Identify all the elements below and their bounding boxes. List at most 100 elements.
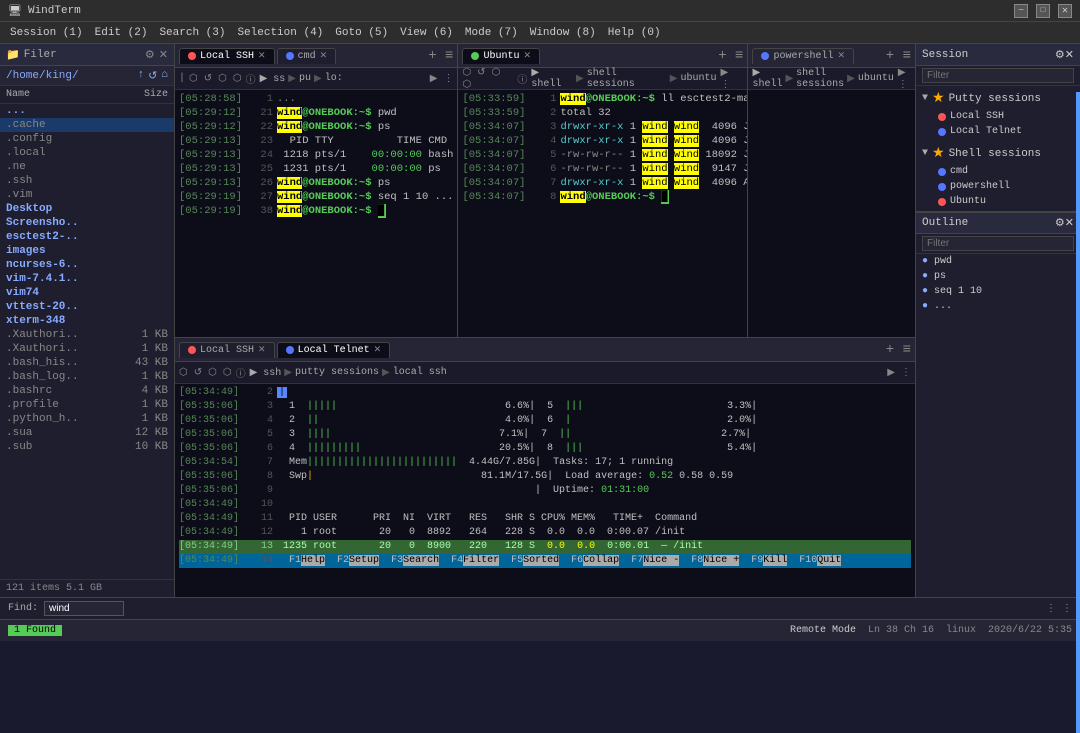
ubuntu-content[interactable]: [05:33:59] 1 wind@ONEBOOK:~$ ll esctest2… (458, 90, 747, 337)
list-item[interactable]: .sua 12 KB (0, 426, 174, 440)
toolbar-expand[interactable]: ▶ ⋮ (430, 73, 454, 85)
find-input[interactable] (44, 601, 124, 616)
bottom-content[interactable]: [05:34:49] 2 | [05:35:06] 3 1 ||||| 6.6%… (175, 384, 915, 597)
menu-session[interactable]: Session (1) (4, 27, 89, 39)
session-close[interactable]: ✕ (1065, 48, 1074, 62)
ps-content[interactable] (748, 90, 915, 337)
list-item[interactable]: .local (0, 146, 174, 160)
list-item[interactable]: .bash_his.. 43 KB (0, 356, 174, 370)
col-name: Name (6, 89, 118, 100)
cmd-session-label: cmd (950, 166, 968, 177)
info-icon[interactable]: ⓘ (246, 71, 256, 87)
tab-cmd[interactable]: cmd ✕ (277, 48, 337, 64)
outline-item-pwd[interactable]: ● pwd (916, 254, 1080, 269)
minimize-button[interactable]: ─ (1014, 4, 1028, 18)
session-item-cmd[interactable]: cmd (916, 164, 1080, 179)
tab-ps-inactive[interactable]: powershell ✕ (752, 48, 854, 64)
menu-edit[interactable]: Edit (2) (89, 27, 154, 39)
menu-search[interactable]: Search (3) (153, 27, 231, 39)
menu-goto[interactable]: Goto (5) (329, 27, 394, 39)
list-item[interactable]: vim74 (0, 286, 174, 300)
shell-section-header[interactable]: ▼ ★ Shell sessions (916, 143, 1080, 164)
pwd-bullet: ● (922, 256, 928, 267)
outline-item-ps[interactable]: ● ps (916, 269, 1080, 284)
bc-shell: ▶ ss (260, 73, 286, 85)
outline-item-seq[interactable]: ● seq 1 10 (916, 284, 1080, 299)
menu-window[interactable]: Window (8) (524, 27, 602, 39)
filer-settings[interactable]: ⚙ (145, 48, 155, 62)
ssh-content[interactable]: [05:28:58] 1 ... [05:29:12] 21 wind@ONEB… (175, 90, 457, 337)
ub-expand[interactable]: ▶ ⋮ (721, 67, 744, 91)
tab-add[interactable]: + ≡ (428, 48, 453, 64)
bottom-tab-add[interactable]: + ≡ (886, 342, 911, 358)
list-item[interactable]: .sub 10 KB (0, 440, 174, 454)
outline-header: Outline ⚙ ✕ (916, 212, 1080, 234)
list-item[interactable]: .ssh (0, 174, 174, 188)
bt-info[interactable]: ⓘ (236, 365, 246, 381)
list-item[interactable]: .Xauthori.. 1 KB (0, 342, 174, 356)
tab-bottom-telnet[interactable]: Local Telnet ✕ (277, 342, 391, 358)
outline-item-dots[interactable]: ● ... (916, 299, 1080, 314)
list-item[interactable]: .python_h.. 1 KB (0, 412, 174, 426)
list-item[interactable]: .ne (0, 160, 174, 174)
list-item[interactable]: .vim (0, 188, 174, 202)
menu-selection[interactable]: Selection (4) (231, 27, 329, 39)
list-item[interactable]: esctest2-.. (0, 230, 174, 244)
list-item[interactable]: .bashrc 4 KB (0, 384, 174, 398)
filer-close[interactable]: ✕ (159, 48, 168, 62)
path-refresh[interactable]: ↺ (148, 69, 157, 83)
local-ssh-label: Local SSH (950, 111, 1004, 122)
tab-ps-close[interactable]: ✕ (837, 51, 845, 61)
list-item[interactable]: .cache (0, 118, 174, 132)
list-item[interactable]: vim-7.4.1.. (0, 272, 174, 286)
list-item[interactable]: ncurses-6.. (0, 258, 174, 272)
main-layout: 📁 Filer ⚙ ✕ /home/king/ ↑ ↺ ⌂ Name Size … (0, 44, 1080, 597)
menu-view[interactable]: View (6) (394, 27, 459, 39)
ps-expand[interactable]: ▶ ⋮ (898, 67, 911, 91)
putty-section-header[interactable]: ▼ ★ Putty sessions (916, 88, 1080, 109)
outline-filter-input[interactable] (922, 236, 1074, 251)
ps-toolbar: ▶ shell ▶ shell sessions ▶ ubuntu ▶ ⋮ (748, 68, 915, 90)
session-item-local-telnet[interactable]: Local Telnet (916, 124, 1080, 139)
close-button[interactable]: ✕ (1058, 4, 1072, 18)
term-line: [05:35:06] 6 4 ||||||||| 20.5%| 8 ||| 5.… (179, 442, 911, 456)
path-home[interactable]: ⌂ (161, 69, 168, 83)
session-item-powershell[interactable]: powershell (916, 179, 1080, 194)
list-item[interactable]: ... (0, 104, 174, 118)
list-item[interactable]: vttest-20.. (0, 300, 174, 314)
session-settings[interactable]: ⚙ (1055, 48, 1065, 62)
ps-bc-sessions: shell sessions (796, 68, 844, 90)
list-item[interactable]: Desktop (0, 202, 174, 216)
list-item[interactable]: .profile 1 KB (0, 398, 174, 412)
ps-tab-add[interactable]: + ≡ (886, 48, 911, 64)
tab-ssh-close[interactable]: ✕ (258, 51, 266, 61)
maximize-button[interactable]: □ (1036, 4, 1050, 18)
tab-local-ssh[interactable]: Local SSH ✕ (179, 48, 275, 64)
path-up[interactable]: ↑ (138, 69, 145, 83)
tab-bottom-ssh[interactable]: Local SSH ✕ (179, 342, 275, 358)
toolbar-back[interactable]: | (179, 73, 185, 84)
bt-expand[interactable]: ▶ ⋮ (887, 367, 911, 379)
bottom-ssh-dot (188, 346, 196, 354)
list-item[interactable]: .bash_log.. 1 KB (0, 370, 174, 384)
menu-mode[interactable]: Mode (7) (459, 27, 524, 39)
file-footer: 121 items 5.1 GB (0, 579, 174, 597)
tab-bottom-ssh-close[interactable]: ✕ (258, 345, 266, 355)
tab-ubuntu-close[interactable]: ✕ (523, 51, 531, 61)
tab-cmd-close[interactable]: ✕ (320, 51, 328, 61)
tab-ubuntu-add[interactable]: + ≡ (718, 48, 743, 64)
menu-help[interactable]: Help (0) (602, 27, 667, 39)
outline-settings[interactable]: ⚙ (1055, 216, 1065, 230)
session-filter-input[interactable] (922, 68, 1074, 83)
list-item[interactable]: .Xauthori.. 1 KB (0, 328, 174, 342)
tab-bottom-telnet-close[interactable]: ✕ (374, 345, 382, 355)
outline-close[interactable]: ✕ (1065, 216, 1074, 230)
ub-info[interactable]: ⓘ (517, 71, 527, 87)
list-item[interactable]: xterm-348 (0, 314, 174, 328)
session-item-ubuntu[interactable]: Ubuntu (916, 194, 1080, 209)
list-item[interactable]: .config (0, 132, 174, 146)
list-item[interactable]: Screensho.. (0, 216, 174, 230)
tab-ubuntu[interactable]: Ubuntu ✕ (462, 48, 540, 64)
list-item[interactable]: images (0, 244, 174, 258)
session-item-local-ssh[interactable]: Local SSH (916, 109, 1080, 124)
